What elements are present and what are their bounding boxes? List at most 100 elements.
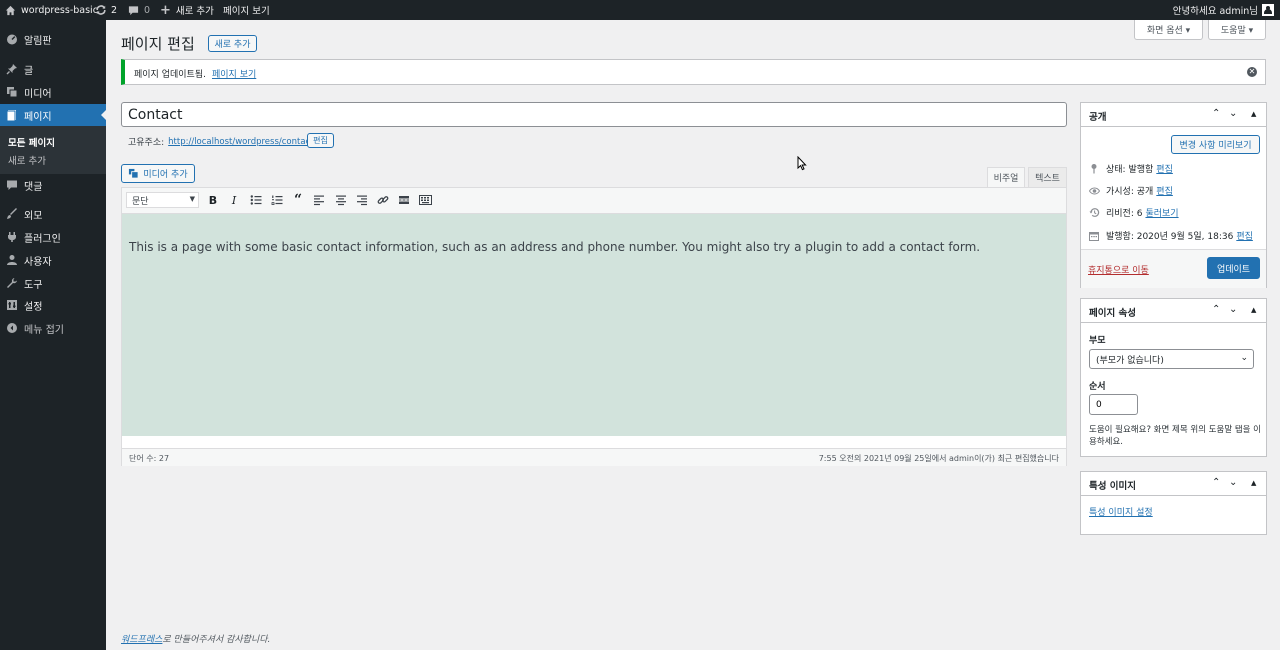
revisions-browse-link[interactable]: 둘러보기 <box>1145 206 1178 219</box>
parent-select[interactable]: (부모가 없습니다) ⌄ <box>1089 349 1254 369</box>
read-more-icon[interactable] <box>397 193 411 207</box>
sidebar-item-pages[interactable]: 페이지 <box>0 104 106 126</box>
screen-options-button[interactable]: 화면 옵션 ▾ <box>1134 20 1203 40</box>
sidebar-item-label: 미디어 <box>24 88 52 100</box>
bullet-list-icon[interactable] <box>249 193 263 207</box>
collapse-menu-button[interactable]: 메뉴 접기 <box>0 317 106 339</box>
parent-label: 부모 <box>1089 336 1106 346</box>
align-left-icon[interactable] <box>312 193 326 207</box>
add-media-button[interactable]: 미디어 추가 <box>121 164 195 183</box>
blockquote-icon[interactable]: “ <box>291 193 305 207</box>
featured-image-header: 특성 이미지 ⌃ ⌄ ▲ <box>1081 472 1266 496</box>
greeting-label: 안녕하세요 admin님 <box>1172 6 1258 17</box>
comments-link[interactable]: 0 <box>128 0 150 20</box>
publish-box: 공개 ⌃ ⌄ ▲ 변경 사항 미리보기 상태: 발행함 편집 가시성: 공개 편… <box>1080 102 1267 288</box>
visibility-edit-link[interactable]: 편집 <box>1156 184 1173 197</box>
chevron-down-icon[interactable]: ⌄ <box>1229 108 1237 119</box>
media-icon <box>7 87 18 98</box>
chevron-down-icon[interactable]: ⌄ <box>1229 304 1237 315</box>
plugin-icon <box>8 232 16 242</box>
sidebar-item-label: 페이지 <box>24 111 52 123</box>
add-new-button[interactable]: 새로 추가 <box>208 35 257 52</box>
submenu-all-pages[interactable]: 모든 페이지 <box>0 135 106 149</box>
revisions-row: 리비전: 6 둘러보기 <box>1089 206 1179 219</box>
permalink-edit-button[interactable]: 편집 <box>307 133 334 148</box>
sidebar-item-users[interactable]: 사용자 <box>0 249 106 271</box>
footer-wordpress-link[interactable]: 워드프레스 <box>121 635 162 645</box>
media-icon <box>129 168 139 179</box>
editor-content-area[interactable]: This is a page with some basic contact i… <box>122 214 1066 436</box>
tab-visual[interactable]: 비주얼 <box>987 167 1025 187</box>
featured-image-title: 특성 이미지 <box>1089 481 1137 492</box>
site-menu[interactable]: wordpress-basic <box>5 0 98 20</box>
tab-text[interactable]: 텍스트 <box>1028 167 1067 187</box>
visibility-row: 가시성: 공개 편집 <box>1089 184 1173 197</box>
page-title: 페이지 편집 <box>121 35 195 53</box>
bold-icon[interactable]: B <box>206 193 220 207</box>
toolbar-toggle-icon[interactable] <box>418 193 432 207</box>
chevron-up-icon[interactable]: ⌃ <box>1212 477 1220 488</box>
sidebar-item-settings[interactable]: 설정 <box>0 294 106 316</box>
move-to-trash-link[interactable]: 휴지통으로 이동 <box>1088 263 1149 276</box>
order-input[interactable] <box>1089 394 1138 415</box>
chevron-up-icon[interactable]: ⌃ <box>1212 108 1220 119</box>
updates-count: 2 <box>111 4 118 16</box>
link-icon[interactable] <box>376 193 390 207</box>
page-attributes-box: 페이지 속성 ⌃ ⌄ ▲ 부모 (부모가 없습니다) ⌄ 순서 도움이 필요해요… <box>1080 298 1267 457</box>
revisions-label: 리비전: 6 <box>1106 209 1143 219</box>
account-menu[interactable]: 안녕하세요 admin님 <box>1173 0 1274 20</box>
publish-box-title: 공개 <box>1089 112 1107 123</box>
chevron-up-icon[interactable]: ⌃ <box>1212 304 1220 315</box>
new-content-menu[interactable]: + 새로 추가 <box>160 0 214 20</box>
permalink-row: 고유주소: http://localhost/wordpress/contact… <box>128 135 316 149</box>
update-notice: 페이지 업데이트됨. 페이지 보기 ✕ <box>121 59 1266 85</box>
sidebar-item-comments[interactable]: 댓글 <box>0 174 106 196</box>
align-right-icon[interactable] <box>355 193 369 207</box>
sidebar-item-posts[interactable]: 글 <box>0 58 106 80</box>
sidebar-item-label: 글 <box>24 65 34 77</box>
dismiss-icon[interactable]: ✕ <box>1247 67 1257 77</box>
view-page-link[interactable]: 페이지 보기 <box>223 0 270 20</box>
editor-container: This is a page with some basic contact i… <box>121 187 1067 466</box>
sidebar-item-dashboard[interactable]: 알림판 <box>0 28 106 50</box>
align-center-icon[interactable] <box>334 193 348 207</box>
comment-icon <box>128 5 139 15</box>
published-label: 발행함: 2020년 9월 5일, 18:36 <box>1106 232 1234 242</box>
dashboard-icon <box>7 34 17 45</box>
format-select[interactable]: 문단 ▼ <box>126 192 199 208</box>
page-attributes-header: 페이지 속성 ⌃ ⌄ ▲ <box>1081 299 1266 323</box>
page-attributes-help: 도움이 필요해요? 화면 제목 위의 도움말 탭을 이용하세요. <box>1089 425 1262 447</box>
editor-toolbar <box>122 188 1066 214</box>
toggle-panel-icon[interactable]: ▲ <box>1251 110 1256 118</box>
editor-status-bar: 단어 수: 27 7:55 오전의 2021년 09월 25일에서 admin이… <box>122 448 1066 466</box>
cursor-icon <box>797 156 807 171</box>
submenu-add-new[interactable]: 새로 추가 <box>0 153 106 167</box>
updates-link[interactable]: 2 <box>95 0 117 20</box>
calendar-icon <box>1089 231 1099 241</box>
parent-select-value: (부모가 없습니다) <box>1096 355 1164 366</box>
published-edit-link[interactable]: 편집 <box>1236 229 1253 242</box>
admin-sidebar: 알림판 글 미디어 페이지 모든 페이지 새로 추가 댓글 외모 플러그인 사용… <box>0 20 106 650</box>
post-title-input[interactable] <box>121 102 1067 127</box>
sidebar-item-plugins[interactable]: 플러그인 <box>0 226 106 248</box>
sidebar-item-label: 플러그인 <box>24 233 61 245</box>
help-button[interactable]: 도움말 ▾ <box>1208 20 1266 40</box>
numbered-list-icon[interactable] <box>270 193 284 207</box>
permalink-url[interactable]: http://localhost/wordpress/contact/ <box>168 137 316 147</box>
sidebar-item-media[interactable]: 미디어 <box>0 81 106 103</box>
chevron-down-icon[interactable]: ⌄ <box>1229 477 1237 488</box>
publish-box-header: 공개 ⌃ ⌄ ▲ <box>1081 103 1266 127</box>
italic-icon[interactable]: I <box>227 193 241 207</box>
set-featured-image-link[interactable]: 특성 이미지 설정 <box>1089 505 1153 518</box>
sidebar-item-label: 알림판 <box>24 35 52 47</box>
toggle-panel-icon[interactable]: ▲ <box>1251 306 1256 314</box>
comment-icon <box>7 180 17 190</box>
notice-view-page-link[interactable]: 페이지 보기 <box>212 67 256 80</box>
sidebar-item-tools[interactable]: 도구 <box>0 272 106 294</box>
update-button[interactable]: 업데이트 <box>1207 257 1260 279</box>
sidebar-item-appearance[interactable]: 외모 <box>0 203 106 225</box>
preview-changes-button[interactable]: 변경 사항 미리보기 <box>1171 135 1260 154</box>
status-edit-link[interactable]: 편집 <box>1156 162 1173 175</box>
toggle-panel-icon[interactable]: ▲ <box>1251 479 1256 487</box>
pin-icon <box>6 64 17 75</box>
